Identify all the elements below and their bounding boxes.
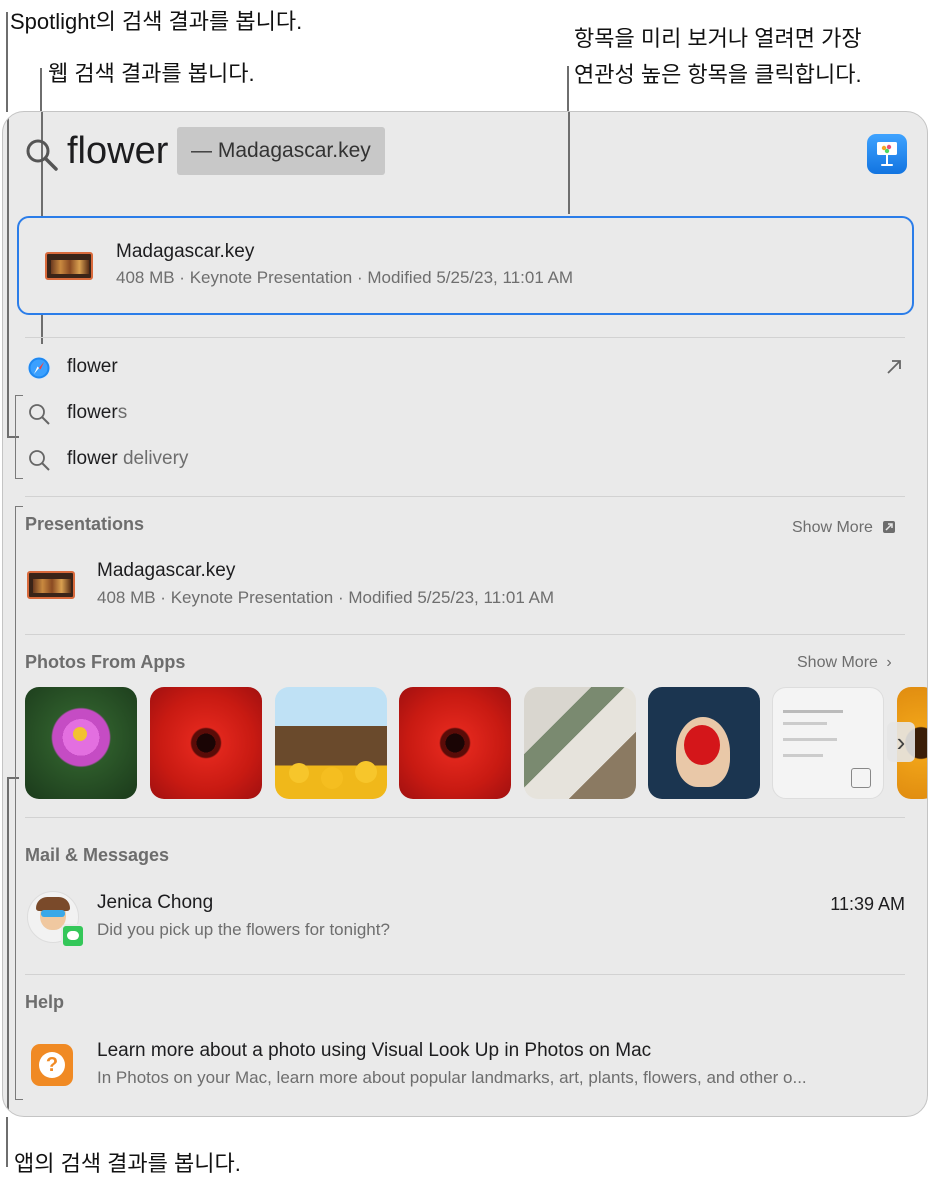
open-arrow-icon [885, 358, 903, 381]
spotlight-panel: flower — Madagascar.key Madagascar.key 4… [2, 111, 928, 1117]
suggestion-typed: flower [67, 402, 118, 423]
chevron-right-icon: › [886, 654, 892, 671]
photo-thumbnail[interactable] [25, 687, 137, 799]
help-subtitle: In Photos on your Mac, learn more about … [97, 1068, 807, 1087]
callout-spotlight: Spotlight의 검색 결과를 봅니다. [10, 9, 303, 34]
suggestion-rest: delivery [117, 448, 189, 469]
search-icon [27, 402, 51, 431]
section-presentations: Presentations [25, 514, 145, 534]
photos-show-more[interactable]: Show More › [797, 654, 892, 672]
show-more-label: Show More [797, 654, 878, 671]
bracket-web [15, 395, 23, 479]
divider [25, 496, 905, 497]
photo-thumbnail[interactable] [524, 687, 636, 799]
message-item[interactable]: Jenica Chong 11:39 AM Did you pick up th… [25, 884, 905, 954]
suggestion-typed: flower [67, 356, 118, 377]
callout-line-web [40, 68, 42, 112]
help-title: Learn more about a photo using Visual Lo… [97, 1040, 652, 1061]
divider [25, 817, 905, 818]
callout-line-spotlight-inner [7, 112, 9, 436]
suggestion-flowers[interactable]: flowers [25, 398, 905, 432]
open-box-icon [883, 521, 896, 533]
presentation-item[interactable]: Madagascar.key 408 MB · Keynote Presenta… [25, 552, 905, 618]
suggestion-typed: flower [67, 448, 118, 469]
show-more-label: Show More [792, 519, 873, 536]
section-photos: Photos From Apps [25, 652, 186, 672]
messages-icon [61, 924, 85, 948]
message-sender: Jenica Chong [97, 892, 214, 913]
keynote-file-icon [45, 252, 93, 280]
top-hit-subtitle: 408 MB · Keynote Presentation · Modified… [116, 268, 574, 287]
callout-line-preview [567, 66, 569, 112]
message-preview: Did you pick up the flowers for tonight? [97, 920, 390, 939]
callout-line-preview-inner [568, 112, 570, 214]
suggestion-web-flower[interactable]: flower [25, 352, 905, 386]
presentations-show-more[interactable]: Show More [792, 519, 896, 537]
photo-thumbnail[interactable] [772, 687, 884, 799]
message-time: 11:39 AM [830, 894, 905, 914]
presentation-title: Madagascar.key [97, 560, 236, 581]
photo-thumbnail[interactable] [399, 687, 511, 799]
search-icon [27, 448, 51, 477]
divider [25, 337, 905, 338]
callout-apps: 앱의 검색 결과를 봅니다. [14, 1151, 241, 1176]
presentation-subtitle: 408 MB · Keynote Presentation · Modified… [97, 588, 555, 607]
suggestion-rest: s [117, 402, 128, 423]
suggestion-flower-delivery[interactable]: flower delivery [25, 444, 905, 478]
divider [25, 974, 905, 975]
photo-thumbnail[interactable] [150, 687, 262, 799]
safari-icon [27, 356, 51, 385]
photo-thumbnail[interactable] [648, 687, 760, 799]
section-help: Help [25, 992, 65, 1012]
callout-preview-line1: 항목을 미리 보거나 열려면 가장 [574, 26, 862, 51]
callout-line-apps-inner [7, 777, 9, 1116]
callout-line-spotlight [6, 12, 8, 112]
top-hit-title: Madagascar.key [116, 241, 255, 262]
keynote-app-icon[interactable] [867, 134, 907, 174]
photo-thumbnail[interactable] [275, 687, 387, 799]
callout-preview-line2: 연관성 높은 항목을 클릭합니다. [574, 62, 862, 87]
top-hit-row[interactable] [17, 216, 914, 315]
search-icon [25, 138, 59, 177]
help-item[interactable]: ? Learn more about a photo using Visual … [25, 1030, 905, 1100]
callout-web: 웹 검색 결과를 봅니다. [48, 61, 255, 86]
bracket-apps [15, 506, 23, 1100]
search-input[interactable]: flower [67, 130, 168, 173]
help-icon: ? [31, 1044, 73, 1086]
search-completion: — Madagascar.key [177, 127, 385, 175]
chevron-right-icon[interactable]: › [887, 722, 915, 762]
keynote-file-icon [27, 571, 75, 599]
callout-line-apps [6, 1117, 8, 1167]
divider [25, 634, 905, 635]
section-mail: Mail & Messages [25, 845, 170, 865]
